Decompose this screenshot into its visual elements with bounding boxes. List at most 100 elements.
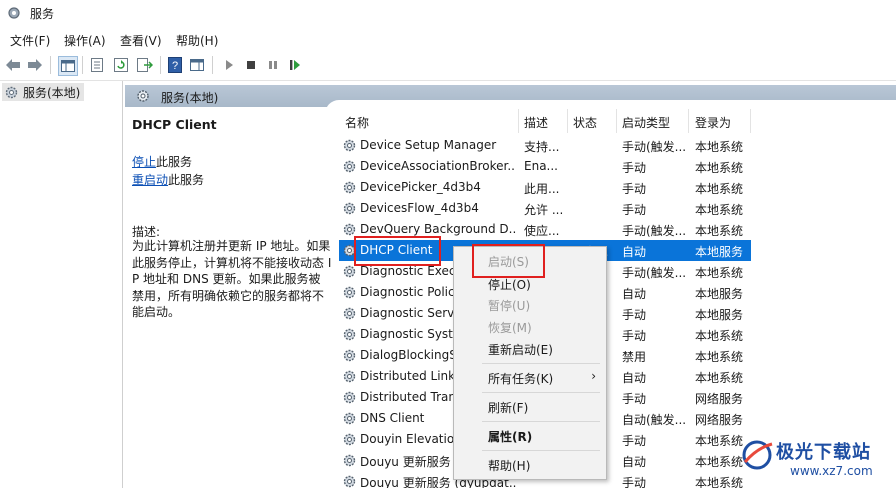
- refresh-button[interactable]: [112, 56, 130, 74]
- table-row[interactable]: DeviceAssociationBroker... Ena... 手动 本地系统: [339, 156, 751, 177]
- context-menu: 启动(S) 停止(O) 暂停(U) 恢复(M) 重新启动(E) 所有任务(K) …: [453, 246, 607, 480]
- service-gear-icon: [343, 433, 356, 446]
- context-restart[interactable]: 重新启动(E): [488, 341, 553, 358]
- stop-service-link[interactable]: 停止: [132, 155, 156, 169]
- context-refresh[interactable]: 刷新(F): [488, 399, 528, 416]
- start-service-button[interactable]: [220, 56, 238, 74]
- context-stop[interactable]: 停止(O): [488, 276, 531, 293]
- description-panel: DHCP Client 停止此服务 重启动此服务 描述: 为此计算机注册并更新 …: [125, 107, 331, 488]
- restart-service-link[interactable]: 重启动: [132, 173, 168, 187]
- back-arrow-icon: [6, 59, 20, 71]
- watermark: 极光下载站 www.xz7.com: [736, 432, 896, 488]
- context-all-tasks[interactable]: 所有任务(K): [488, 370, 553, 387]
- highlight-box-dhcp-client: [354, 236, 441, 266]
- menu-file[interactable]: 文件(F): [10, 32, 50, 49]
- column-description[interactable]: 描述: [524, 114, 548, 131]
- toolbar-separator: [82, 56, 83, 74]
- column-separator: [567, 109, 568, 133]
- restart-service-button[interactable]: [286, 56, 304, 74]
- console-tree-icon: [61, 60, 75, 72]
- service-gear-icon: [343, 412, 356, 425]
- service-logon-cell: 网络服务: [695, 413, 744, 427]
- stop-link-row: 停止此服务: [132, 153, 192, 170]
- service-startup-cell: 手动: [622, 434, 647, 448]
- context-resume[interactable]: 恢复(M): [488, 319, 532, 336]
- service-startup-cell: 手动(触发...: [622, 266, 686, 280]
- show-hide-action-pane-button[interactable]: [188, 56, 206, 74]
- context-help[interactable]: 帮助(H): [488, 457, 530, 474]
- stop-link-suffix: 此服务: [156, 155, 193, 169]
- services-gear-icon: [5, 86, 18, 98]
- service-gear-icon: [343, 139, 356, 152]
- menu-bar: 文件(F) 操作(A) 查看(V) 帮助(H): [0, 28, 896, 50]
- toolbar-separator: [50, 56, 51, 74]
- service-startup-cell: 手动: [622, 203, 647, 217]
- service-description-cell: Ena...: [524, 159, 558, 173]
- service-gear-icon: [343, 202, 356, 215]
- context-separator: [482, 421, 600, 422]
- properties-sheet-icon: [91, 58, 103, 72]
- service-logon-cell: 本地系统: [695, 203, 744, 217]
- table-row[interactable]: Device Setup Manager 支持... 手动(触发... 本地系统: [339, 135, 751, 156]
- service-logon-cell: 本地系统: [695, 266, 744, 280]
- export-list-icon: [137, 58, 153, 72]
- toolbar-separator: [212, 56, 213, 74]
- column-name[interactable]: 名称: [345, 114, 369, 131]
- menu-help[interactable]: 帮助(H): [176, 32, 218, 49]
- restart-icon: [290, 60, 300, 70]
- service-gear-icon: [343, 370, 356, 383]
- column-separator: [750, 109, 751, 133]
- context-pause[interactable]: 暂停(U): [488, 297, 530, 314]
- export-list-button[interactable]: [136, 56, 154, 74]
- service-logon-cell: 本地系统: [695, 182, 744, 196]
- forward-button[interactable]: [26, 56, 44, 74]
- sort-ascending-icon: ⌃: [425, 107, 434, 114]
- service-gear-icon: [343, 286, 356, 299]
- restart-link-row: 重启动此服务: [132, 171, 204, 188]
- help-button[interactable]: ?: [166, 56, 184, 74]
- refresh-icon: [114, 58, 128, 72]
- column-log-on-as[interactable]: 登录为: [695, 114, 731, 131]
- pause-service-button[interactable]: [264, 56, 282, 74]
- service-startup-cell: 手动: [622, 329, 647, 343]
- column-startup-type[interactable]: 启动类型: [622, 114, 670, 131]
- play-icon: [226, 60, 233, 70]
- properties-button[interactable]: [88, 56, 106, 74]
- action-pane-icon: [190, 59, 204, 71]
- service-description-cell: 此用...: [524, 182, 560, 196]
- stop-service-button[interactable]: [242, 56, 260, 74]
- show-hide-tree-button[interactable]: [58, 56, 78, 76]
- service-gear-icon: [343, 349, 356, 362]
- service-startup-cell: 自动: [622, 287, 647, 301]
- service-startup-cell: 手动: [622, 308, 647, 322]
- service-name-cell: DevQuery Background D...: [360, 222, 516, 236]
- menu-action[interactable]: 操作(A): [64, 32, 106, 49]
- services-app-icon: [8, 7, 20, 19]
- menu-view[interactable]: 查看(V): [120, 32, 162, 49]
- toolbar-separator: [160, 56, 161, 74]
- service-logon-cell: 本地服务: [695, 245, 744, 259]
- table-row[interactable]: DevicesFlow_4d3b4 允许 ... 手动 本地系统: [339, 198, 751, 219]
- service-logon-cell: 本地系统: [695, 161, 744, 175]
- description-text: 为此计算机注册并更新 IP 地址。如果此服务停止，计算机将不能接收动态 IP 地…: [132, 239, 332, 319]
- context-separator: [482, 392, 600, 393]
- context-properties[interactable]: 属性(R): [488, 428, 532, 445]
- service-description-cell: 允许 ...: [524, 203, 564, 217]
- service-startup-cell: 手动: [622, 161, 647, 175]
- tree-item-services-local[interactable]: 服务(本地): [2, 83, 85, 101]
- service-logon-cell: 本地系统: [695, 224, 744, 238]
- service-gear-icon: [343, 475, 356, 488]
- service-name-cell: Device Setup Manager: [360, 138, 497, 152]
- context-separator: [482, 450, 600, 451]
- restart-link-suffix: 此服务: [168, 173, 205, 187]
- service-startup-cell: 手动: [622, 182, 647, 196]
- watermark-logo-icon: [742, 440, 773, 470]
- table-row[interactable]: DevicePicker_4d3b4 此用... 手动 本地系统: [339, 177, 751, 198]
- service-logon-cell: 本地服务: [695, 287, 744, 301]
- column-status[interactable]: 状态: [573, 114, 597, 131]
- back-button[interactable]: [4, 56, 22, 74]
- service-gear-icon: [343, 160, 356, 173]
- console-tree: 服务(本地): [0, 81, 123, 488]
- column-separator: [688, 109, 689, 133]
- service-name-cell: DeviceAssociationBroker...: [360, 159, 516, 173]
